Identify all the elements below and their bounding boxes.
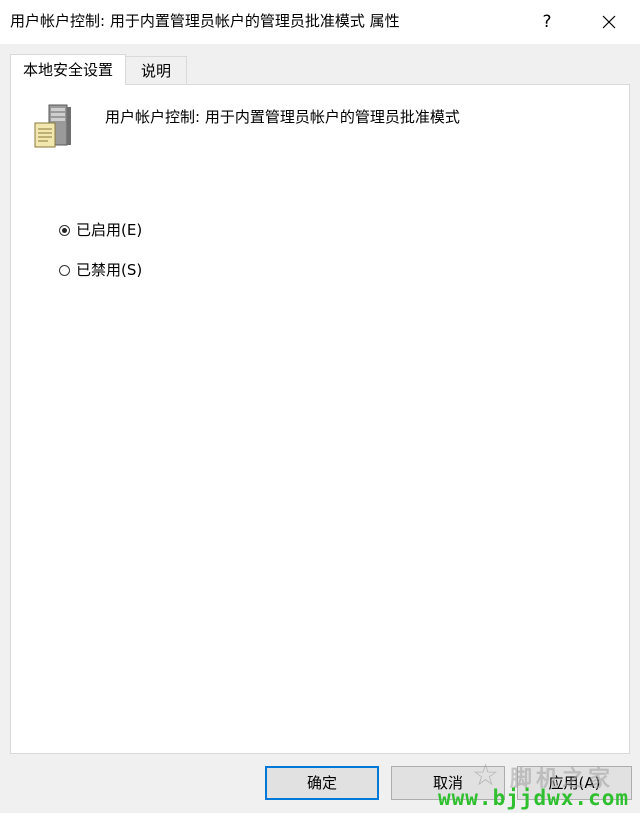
tab-explain[interactable]: 说明 (125, 56, 187, 84)
apply-button[interactable]: 应用(A) (517, 766, 632, 800)
tab-panel: 用户帐户控制: 用于内置管理员帐户的管理员批准模式 已启用(E) 已禁用(S) (10, 84, 630, 754)
radio-disabled-indicator[interactable] (59, 264, 70, 276)
radio-disabled-label[interactable]: 已禁用(S) (76, 260, 142, 280)
ok-button[interactable]: 确定 (265, 766, 379, 800)
window-title: 用户帐户控制: 用于内置管理员帐户的管理员批准模式 属性 (10, 12, 400, 30)
policy-name: 用户帐户控制: 用于内置管理员帐户的管理员批准模式 (105, 108, 460, 126)
tab-local-security-setting[interactable]: 本地安全设置 (10, 54, 126, 85)
radio-enabled-indicator[interactable] (59, 224, 70, 236)
radio-enabled-label[interactable]: 已启用(E) (76, 220, 142, 240)
radio-disabled[interactable]: 已禁用(S) (59, 259, 142, 281)
cancel-button[interactable]: 取消 (391, 766, 505, 800)
server-policy-icon (31, 103, 75, 151)
close-button[interactable] (586, 0, 632, 44)
close-icon (602, 15, 616, 29)
radio-enabled[interactable]: 已启用(E) (59, 219, 142, 241)
tab-strip: 本地安全设置 说明 (10, 54, 630, 85)
help-button[interactable]: ? (524, 0, 570, 44)
title-bar: 用户帐户控制: 用于内置管理员帐户的管理员批准模式 属性 ? (0, 0, 640, 44)
properties-dialog: 用户帐户控制: 用于内置管理员帐户的管理员批准模式 属性 ? 本地安全设置 说明 (0, 0, 640, 813)
